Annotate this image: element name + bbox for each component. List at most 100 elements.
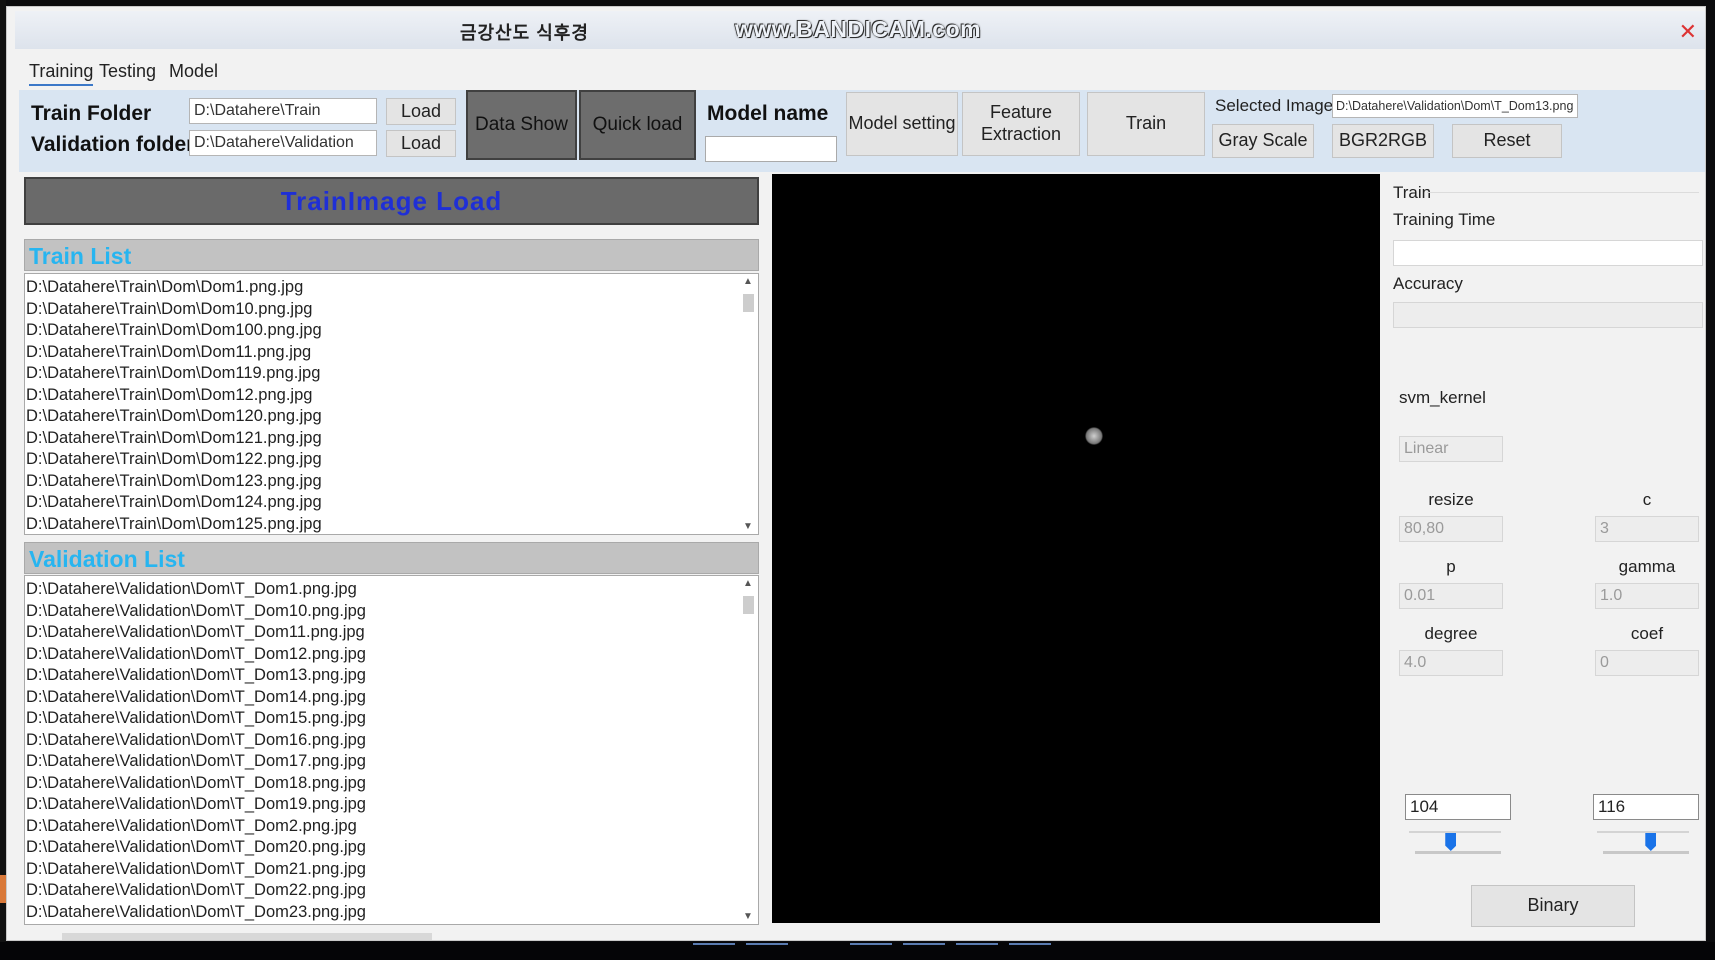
list-item[interactable]: D:\Datahere\Validation\Dom\T_Dom20.png.j… bbox=[25, 837, 758, 859]
feature-extraction-button[interactable]: Feature Extraction bbox=[962, 92, 1080, 156]
threshold-high-input[interactable] bbox=[1593, 794, 1699, 820]
list-item[interactable]: D:\Datahere\Train\Dom\Dom125.png.jpg bbox=[25, 514, 758, 535]
train-image-load-banner[interactable]: TrainImage Load bbox=[24, 177, 759, 225]
validation-list-title: Validation List bbox=[29, 546, 185, 572]
scroll-thumb[interactable] bbox=[743, 596, 754, 614]
list-item[interactable]: D:\Datahere\Train\Dom\Dom119.png.jpg bbox=[25, 363, 758, 385]
close-icon[interactable]: ✕ bbox=[1679, 19, 1697, 45]
selected-image-input[interactable] bbox=[1332, 94, 1578, 118]
model-setting-button[interactable]: Model setting bbox=[846, 92, 958, 156]
resize-field[interactable]: 80,80 bbox=[1399, 516, 1503, 542]
train-folder-label: Train Folder bbox=[31, 102, 152, 125]
toolbar: Train Folder Validation folder Load Load… bbox=[19, 90, 1705, 172]
train-folder-input[interactable] bbox=[189, 98, 377, 124]
gamma-label: gamma bbox=[1618, 557, 1676, 576]
list-item[interactable]: D:\Datahere\Train\Dom\Dom122.png.jpg bbox=[25, 449, 758, 471]
train-list[interactable]: D:\Datahere\Train\Dom\Dom1.png.jpg D:\Dat… bbox=[24, 273, 759, 535]
group-divider bbox=[1427, 192, 1699, 193]
slider-ticks bbox=[1597, 831, 1689, 833]
image-preview bbox=[772, 174, 1380, 923]
threshold-low-track[interactable] bbox=[1415, 851, 1501, 854]
binary-button[interactable]: Binary bbox=[1471, 885, 1635, 927]
model-name-label: Model name bbox=[707, 102, 829, 125]
accuracy-label: Accuracy bbox=[1393, 274, 1463, 293]
c-field[interactable]: 3 bbox=[1595, 516, 1699, 542]
list-item[interactable]: D:\Datahere\Train\Dom\Dom1.png.jpg bbox=[25, 277, 758, 299]
list-item[interactable]: D:\Datahere\Validation\Dom\T_Dom13.png.j… bbox=[25, 665, 758, 687]
list-item[interactable]: D:\Datahere\Train\Dom\Dom11.png.jpg bbox=[25, 342, 758, 364]
p-field[interactable]: 0.01 bbox=[1399, 583, 1503, 609]
menu-testing[interactable]: Testing bbox=[99, 61, 156, 82]
training-time-field bbox=[1393, 240, 1703, 266]
bgr2rgb-button[interactable]: BGR2RGB bbox=[1332, 124, 1434, 158]
scroll-down-icon[interactable]: ▼ bbox=[742, 911, 754, 922]
taskbar-indicator[interactable] bbox=[1009, 943, 1051, 945]
quick-load-button[interactable]: Quick load bbox=[579, 90, 696, 160]
taskbar-indicator[interactable] bbox=[850, 943, 892, 945]
list-item[interactable]: D:\Datahere\Validation\Dom\T_Dom19.png.j… bbox=[25, 794, 758, 816]
taskbar-indicator[interactable] bbox=[903, 943, 945, 945]
image-content bbox=[1085, 427, 1103, 445]
validation-list[interactable]: D:\Datahere\Validation\Dom\T_Dom1.png.jp… bbox=[24, 575, 759, 925]
taskbar-indicator[interactable] bbox=[693, 943, 735, 945]
list-item[interactable]: D:\Datahere\Validation\Dom\T_Dom17.png.j… bbox=[25, 751, 758, 773]
resize-label: resize bbox=[1428, 490, 1474, 509]
validation-folder-input[interactable] bbox=[189, 130, 377, 156]
list-item[interactable]: D:\Datahere\Train\Dom\Dom10.png.jpg bbox=[25, 299, 758, 321]
model-name-input[interactable] bbox=[705, 136, 837, 162]
list-item[interactable]: D:\Datahere\Validation\Dom\T_Dom10.png.j… bbox=[25, 601, 758, 623]
app-window: 금강산도 식후경 www.BANDICAM.com ✕ Training Tes… bbox=[6, 6, 1706, 941]
list-item[interactable]: D:\Datahere\Train\Dom\Dom123.png.jpg bbox=[25, 471, 758, 493]
reset-button[interactable]: Reset bbox=[1452, 124, 1562, 158]
window-title: 금강산도 식후경 bbox=[460, 23, 589, 43]
list-item[interactable]: D:\Datahere\Validation\Dom\T_Dom14.png.j… bbox=[25, 687, 758, 709]
menu-model[interactable]: Model bbox=[169, 61, 218, 82]
train-image-load-label: TrainImage Load bbox=[280, 185, 503, 216]
list-item[interactable]: D:\Datahere\Train\Dom\Dom12.png.jpg bbox=[25, 385, 758, 407]
load-validation-button[interactable]: Load bbox=[386, 130, 456, 157]
scroll-up-icon[interactable]: ▲ bbox=[742, 276, 754, 287]
list-item[interactable]: D:\Datahere\Validation\Dom\T_Dom18.png.j… bbox=[25, 773, 758, 795]
slider-ticks bbox=[1409, 831, 1501, 833]
horizontal-scrollbar[interactable] bbox=[62, 933, 432, 940]
list-item[interactable]: D:\Datahere\Train\Dom\Dom100.png.jpg bbox=[25, 320, 758, 342]
list-item[interactable]: D:\Datahere\Train\Dom\Dom120.png.jpg bbox=[25, 406, 758, 428]
list-item[interactable]: D:\Datahere\Validation\Dom\T_Dom15.png.j… bbox=[25, 708, 758, 730]
list-item[interactable]: D:\Datahere\Train\Dom\Dom121.png.jpg bbox=[25, 428, 758, 450]
svm-kernel-field[interactable]: Linear bbox=[1399, 436, 1503, 462]
list-item[interactable]: D:\Datahere\Validation\Dom\T_Dom1.png.jp… bbox=[25, 579, 758, 601]
taskbar-indicator[interactable] bbox=[956, 943, 998, 945]
data-show-button[interactable]: Data Show bbox=[466, 90, 577, 160]
train-list-header: Train List bbox=[24, 239, 759, 271]
train-list-scrollbar[interactable]: ▲ ▼ bbox=[740, 274, 756, 534]
train-list-title: Train List bbox=[29, 243, 132, 269]
list-item[interactable]: D:\Datahere\Validation\Dom\T_Dom12.png.j… bbox=[25, 644, 758, 666]
validation-list-scrollbar[interactable]: ▲ ▼ bbox=[740, 576, 756, 924]
p-label: p bbox=[1446, 557, 1456, 576]
list-item[interactable]: D:\Datahere\Validation\Dom\T_Dom11.png.j… bbox=[25, 622, 758, 644]
train-settings-panel: Train Training Time Accuracy svm_kernel … bbox=[1385, 174, 1705, 934]
coef-field[interactable]: 0 bbox=[1595, 650, 1699, 676]
gray-scale-button[interactable]: Gray Scale bbox=[1212, 124, 1314, 158]
scroll-down-icon[interactable]: ▼ bbox=[742, 521, 754, 532]
list-item[interactable]: D:\Datahere\Validation\Dom\T_Dom23.png.j… bbox=[25, 902, 758, 924]
list-item[interactable]: D:\Datahere\Validation\Dom\T_Dom21.png.j… bbox=[25, 859, 758, 881]
scroll-thumb[interactable] bbox=[743, 294, 754, 312]
degree-field[interactable]: 4.0 bbox=[1399, 650, 1503, 676]
threshold-low-input[interactable] bbox=[1405, 794, 1511, 820]
list-item[interactable]: D:\Datahere\Validation\Dom\T_Dom2.png.jp… bbox=[25, 816, 758, 838]
list-item[interactable]: D:\Datahere\Validation\Dom\T_Dom22.png.j… bbox=[25, 880, 758, 902]
scroll-up-icon[interactable]: ▲ bbox=[742, 578, 754, 589]
title-bar[interactable]: 금강산도 식후경 www.BANDICAM.com ✕ bbox=[15, 11, 1705, 49]
threshold-high-slider[interactable] bbox=[1645, 833, 1657, 851]
load-train-button[interactable]: Load bbox=[386, 98, 456, 125]
threshold-high-track[interactable] bbox=[1603, 851, 1689, 854]
list-item[interactable]: D:\Datahere\Validation\Dom\T_Dom16.png.j… bbox=[25, 730, 758, 752]
threshold-low-slider[interactable] bbox=[1445, 833, 1457, 851]
list-item[interactable]: D:\Datahere\Train\Dom\Dom124.png.jpg bbox=[25, 492, 758, 514]
train-button[interactable]: Train bbox=[1087, 92, 1205, 156]
c-label: c bbox=[1642, 490, 1652, 509]
gamma-field[interactable]: 1.0 bbox=[1595, 583, 1699, 609]
menu-training[interactable]: Training bbox=[29, 61, 94, 86]
taskbar-indicator[interactable] bbox=[746, 943, 788, 945]
